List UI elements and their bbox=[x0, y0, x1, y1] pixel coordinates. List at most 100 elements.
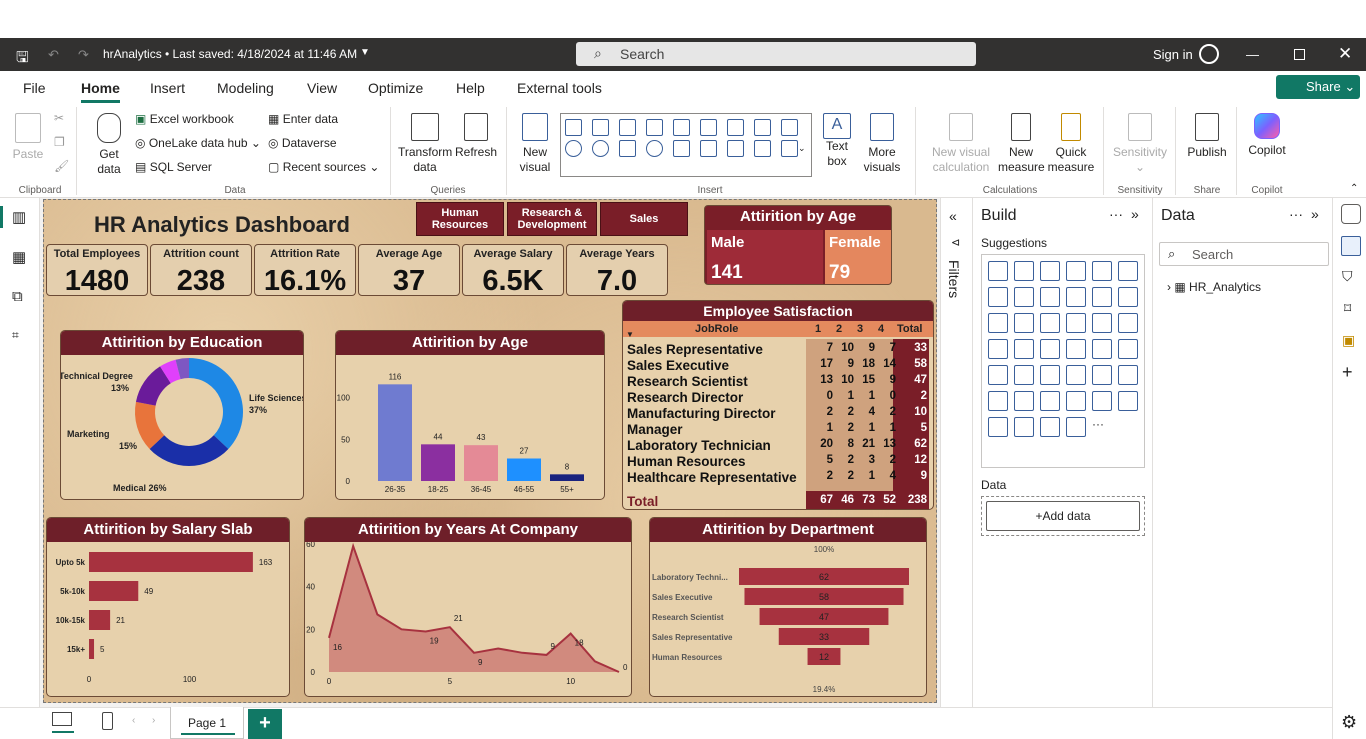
line-clustered-column-visual-icon[interactable] bbox=[1092, 287, 1112, 307]
page-tab-1[interactable]: Page 1 bbox=[170, 707, 244, 739]
redo-icon[interactable]: ↷ bbox=[78, 47, 89, 63]
clustered-bar-visual-icon[interactable] bbox=[1040, 261, 1060, 281]
pie-visual-icon[interactable] bbox=[1092, 313, 1112, 333]
area-chart-icon[interactable] bbox=[754, 119, 771, 136]
recent-sources-button[interactable]: ▢ Recent sources ⌄ bbox=[268, 160, 379, 175]
new-visual-button[interactable]: New visual bbox=[514, 113, 556, 175]
prev-page-icon[interactable]: ‹ bbox=[132, 715, 135, 726]
table-icon[interactable] bbox=[754, 140, 771, 157]
clustered-column-visual-icon[interactable] bbox=[1066, 261, 1086, 281]
sort-icon[interactable]: ▼ bbox=[626, 330, 634, 339]
table-view-icon[interactable]: ▦ bbox=[12, 248, 26, 266]
kpi-average-years[interactable]: Average Years 7.0 bbox=[566, 244, 668, 297]
dataverse-button[interactable]: ◎ Dataverse bbox=[268, 136, 337, 151]
format-pane-icon[interactable]: ⛉ bbox=[1342, 268, 1353, 285]
donut-visual-icon[interactable] bbox=[1118, 313, 1138, 333]
key-influencers-visual-icon[interactable] bbox=[1040, 391, 1060, 411]
kpi-attrition-count[interactable]: Attrition count 238 bbox=[150, 244, 252, 297]
add-pane-icon[interactable]: + bbox=[1342, 362, 1353, 383]
funnel-visual-icon[interactable] bbox=[1040, 313, 1060, 333]
selection-icon[interactable]: ▣ bbox=[1342, 332, 1355, 349]
map-visual-icon[interactable] bbox=[1014, 339, 1034, 359]
clustered-bar-icon[interactable] bbox=[619, 119, 636, 136]
mobile-layout-icon[interactable] bbox=[102, 712, 113, 730]
kpi-average-salary[interactable]: Average Salary 6.5K bbox=[462, 244, 564, 297]
visual-gallery[interactable] bbox=[560, 113, 812, 177]
add-data-button[interactable]: +Add data bbox=[986, 501, 1140, 531]
get-data-button[interactable]: Get data bbox=[88, 113, 130, 177]
tab-insert[interactable]: Insert bbox=[150, 80, 185, 96]
close-icon[interactable]: ✕ bbox=[1338, 44, 1352, 64]
combo-chart-icon[interactable] bbox=[700, 119, 717, 136]
power-apps-visual-icon[interactable] bbox=[1040, 417, 1060, 437]
matrix-visual-icon[interactable] bbox=[1118, 365, 1138, 385]
treemap-visual-icon[interactable] bbox=[988, 339, 1008, 359]
gauge-visual-icon[interactable] bbox=[1118, 339, 1138, 359]
share-button[interactable]: Share ⌄ bbox=[1276, 75, 1360, 99]
collapse-data-icon[interactable]: » bbox=[1311, 206, 1319, 222]
excel-workbook-button[interactable]: ▣ Excel workbook bbox=[135, 112, 234, 127]
qa-visual-icon[interactable] bbox=[1092, 391, 1112, 411]
copy-icon[interactable]: ❐ bbox=[54, 135, 65, 150]
account-icon[interactable] bbox=[1199, 44, 1219, 64]
table-visual-icon[interactable] bbox=[1092, 365, 1112, 385]
smart-narrative-visual-icon[interactable] bbox=[1118, 391, 1138, 411]
100-stacked-bar-visual-icon[interactable] bbox=[1092, 261, 1112, 281]
more-options-icon[interactable]: ··· bbox=[1109, 206, 1123, 222]
kpi-average-age[interactable]: Average Age 37 bbox=[358, 244, 460, 297]
gallery-expand-icon[interactable]: ⌄ bbox=[798, 141, 806, 156]
tab-help[interactable]: Help bbox=[456, 80, 485, 96]
matrix-icon[interactable] bbox=[781, 140, 798, 157]
treemap-icon[interactable] bbox=[619, 140, 636, 157]
filled-map-visual-icon[interactable] bbox=[1040, 339, 1060, 359]
matrix-header-jobrole[interactable]: JobRole bbox=[695, 323, 738, 335]
attrition-by-age-chart[interactable]: Attirition by Age 0 50 100 116 26-35 44 18-25 4… bbox=[335, 330, 605, 500]
table-item-hr-analytics[interactable]: › ▦ HR_Analytics bbox=[1167, 280, 1261, 294]
search-input[interactable]: ⌕ Search bbox=[576, 42, 976, 66]
stacked-column-icon[interactable] bbox=[673, 119, 690, 136]
pie-chart-icon[interactable] bbox=[565, 140, 582, 157]
settings-icon[interactable]: ⚙ bbox=[1341, 712, 1357, 733]
decomposition-tree-visual-icon[interactable] bbox=[1066, 391, 1086, 411]
scatter-visual-icon[interactable] bbox=[1066, 313, 1086, 333]
paginated-report-visual-icon[interactable] bbox=[1014, 417, 1034, 437]
ribbon-visual-icon[interactable] bbox=[988, 313, 1008, 333]
gender-attrition-card[interactable]: Attirition by Age Male 141 Female 79 bbox=[704, 205, 892, 285]
new-measure-button[interactable]: New measure bbox=[998, 113, 1045, 175]
r-visual-visual-icon[interactable] bbox=[988, 391, 1008, 411]
azure-map-visual-icon[interactable] bbox=[1092, 339, 1112, 359]
stacked-column-visual-icon[interactable] bbox=[1014, 261, 1034, 281]
publish-button[interactable]: Publish bbox=[1184, 113, 1230, 160]
more-options-icon[interactable]: ··· bbox=[1289, 206, 1303, 222]
desktop-layout-icon[interactable] bbox=[52, 712, 72, 726]
kpi-total-employees[interactable]: Total Employees 1480 bbox=[46, 244, 148, 297]
minimize-icon[interactable]: — bbox=[1246, 47, 1259, 62]
chevron-down-icon[interactable]: ▼ bbox=[360, 47, 370, 58]
matrix-header-2[interactable]: 2 bbox=[836, 323, 842, 335]
100-area-visual-icon[interactable] bbox=[1066, 287, 1086, 307]
line-stacked-column-visual-icon[interactable] bbox=[1118, 287, 1138, 307]
filter-button-human-resources[interactable]: Human Resources bbox=[416, 202, 504, 236]
line-visual-icon[interactable] bbox=[988, 287, 1008, 307]
tab-view[interactable]: View bbox=[307, 80, 337, 96]
onelake-button[interactable]: ◎ OneLake data hub ⌄ bbox=[135, 136, 261, 151]
save-icon[interactable]: 🖫 bbox=[16, 47, 29, 72]
goals-visual-icon[interactable] bbox=[988, 417, 1008, 437]
waterfall-visual-icon[interactable] bbox=[1014, 313, 1034, 333]
sensitivity-button[interactable]: Sensitivity ⌄ bbox=[1110, 113, 1170, 175]
clustered-column-icon[interactable] bbox=[646, 119, 663, 136]
kpi-attrition-rate[interactable]: Attrition Rate 16.1% bbox=[254, 244, 356, 297]
sql-server-button[interactable]: ▤ SQL Server bbox=[135, 160, 212, 175]
tab-external-tools[interactable]: External tools bbox=[517, 80, 602, 96]
card-visual-icon[interactable] bbox=[988, 365, 1008, 385]
build-pane-toggle-icon[interactable] bbox=[1341, 236, 1361, 256]
report-page[interactable]: HR Analytics Dashboard Human Resources R… bbox=[43, 199, 937, 703]
data-search-input[interactable]: ⌕ Search bbox=[1159, 242, 1329, 266]
card-icon[interactable] bbox=[700, 140, 717, 157]
quick-measure-button[interactable]: Quick measure bbox=[1046, 113, 1096, 175]
collapse-ribbon-icon[interactable]: ⌃ bbox=[1350, 181, 1358, 196]
slicer-visual-icon[interactable] bbox=[1066, 365, 1086, 385]
transform-data-button[interactable]: Transform data bbox=[398, 113, 452, 175]
attrition-by-salary-slab-chart[interactable]: Attirition by Salary Slab 163 Upto 5k 49 5k… bbox=[46, 517, 290, 697]
stacked-bar-visual-icon[interactable] bbox=[988, 261, 1008, 281]
